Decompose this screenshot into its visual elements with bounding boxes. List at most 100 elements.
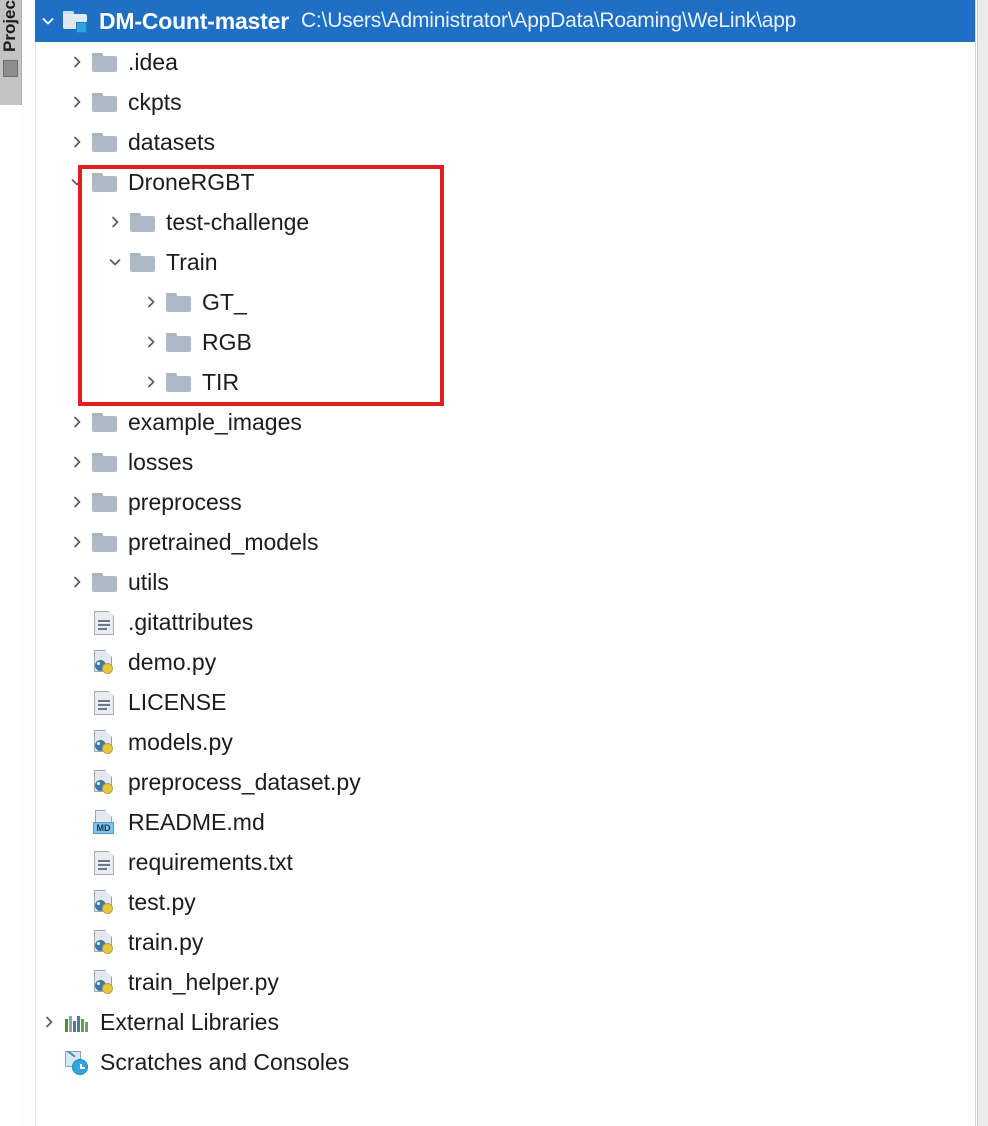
project-tool-window: Project DM-Count-master C:\Users\Adminis… [0, 0, 988, 1126]
tree-row[interactable]: models.py [36, 722, 975, 762]
tree-row[interactable]: RGB [36, 322, 975, 362]
chevron-placeholder [64, 974, 90, 990]
chevron-right-icon[interactable] [138, 334, 164, 350]
tree-row[interactable]: External Libraries [36, 1002, 975, 1042]
tree-row[interactable]: preprocess [36, 482, 975, 522]
tree-row[interactable]: .gitattributes [36, 602, 975, 642]
folder-icon [90, 447, 120, 477]
tree-row[interactable]: test-challenge [36, 202, 975, 242]
tool-window-chip-icon[interactable] [3, 60, 18, 77]
text-file-icon [90, 847, 120, 877]
text-file-icon [90, 607, 120, 637]
chevron-right-icon[interactable] [64, 54, 90, 70]
folder-icon [90, 407, 120, 437]
folder-icon [164, 367, 194, 397]
tree-row[interactable]: example_images [36, 402, 975, 442]
tree-row-label: README.md [128, 808, 265, 835]
tree-row-label: losses [128, 448, 194, 475]
chevron-right-icon[interactable] [64, 534, 90, 550]
python-file-icon [90, 727, 120, 757]
folder-icon [90, 527, 120, 557]
panel-right-edge [977, 0, 988, 1126]
tree-row[interactable]: Scratches and Consoles [36, 1042, 975, 1082]
folder-icon [90, 487, 120, 517]
tool-window-strip[interactable]: Project [0, 0, 22, 105]
tree-row[interactable]: utils [36, 562, 975, 602]
tree-row[interactable]: MD README.md [36, 802, 975, 842]
tree-row[interactable]: TIR [36, 362, 975, 402]
chevron-placeholder [64, 894, 90, 910]
tree-row[interactable]: test.py [36, 882, 975, 922]
chevron-right-icon[interactable] [36, 1014, 62, 1030]
tree-row-label: utils [128, 568, 169, 595]
chevron-right-icon[interactable] [64, 94, 90, 110]
tree-row-label: example_images [128, 408, 302, 435]
tree-row-label: train_helper.py [128, 968, 279, 995]
python-file-icon [90, 767, 120, 797]
tree-row-label: LICENSE [128, 688, 227, 715]
chevron-placeholder [64, 774, 90, 790]
chevron-right-icon[interactable] [64, 414, 90, 430]
chevron-right-icon[interactable] [102, 214, 128, 230]
tree-row[interactable]: train_helper.py [36, 962, 975, 1002]
folder-icon [164, 287, 194, 317]
text-file-icon [90, 687, 120, 717]
tree-row[interactable]: ckpts [36, 82, 975, 122]
markdown-file-icon: MD [90, 807, 120, 837]
tree-row[interactable]: datasets [36, 122, 975, 162]
tree-row-project-root[interactable]: DM-Count-master C:\Users\Administrator\A… [35, 0, 975, 42]
tree-row-label: External Libraries [100, 1008, 279, 1035]
tree-row[interactable]: Train [36, 242, 975, 282]
tree-row-label: RGB [202, 328, 252, 355]
chevron-right-icon[interactable] [64, 574, 90, 590]
tree-row[interactable]: losses [36, 442, 975, 482]
tree-row-label: demo.py [128, 648, 217, 675]
tree-row-label: test-challenge [166, 208, 310, 235]
tree-row-label: train.py [128, 928, 204, 955]
tree-row[interactable]: pretrained_models [36, 522, 975, 562]
tree-row[interactable]: GT_ [36, 282, 975, 322]
chevron-right-icon[interactable] [64, 454, 90, 470]
external-libraries-icon [62, 1007, 92, 1037]
project-root-name: DM-Count-master [99, 7, 289, 34]
chevron-placeholder [64, 814, 90, 830]
tree-row[interactable]: train.py [36, 922, 975, 962]
chevron-down-icon[interactable] [64, 174, 90, 190]
chevron-placeholder [64, 934, 90, 950]
chevron-right-icon[interactable] [138, 374, 164, 390]
python-file-icon [90, 887, 120, 917]
chevron-placeholder [64, 614, 90, 630]
chevron-right-icon[interactable] [138, 294, 164, 310]
folder-icon [90, 87, 120, 117]
chevron-right-icon[interactable] [64, 134, 90, 150]
tree-row[interactable]: LICENSE [36, 682, 975, 722]
chevron-down-icon[interactable] [102, 254, 128, 270]
chevron-placeholder [64, 694, 90, 710]
tree-row[interactable]: requirements.txt [36, 842, 975, 882]
chevron-right-icon[interactable] [64, 494, 90, 510]
tree-row-label: requirements.txt [128, 848, 293, 875]
tree-row[interactable]: DroneRGBT [36, 162, 975, 202]
tree-row[interactable]: preprocess_dataset.py [36, 762, 975, 802]
python-file-icon [90, 967, 120, 997]
tree-row[interactable]: .idea [36, 42, 975, 82]
tree-row-label: preprocess_dataset.py [128, 768, 361, 795]
tree-row-label: .gitattributes [128, 608, 254, 635]
folder-icon [128, 207, 158, 237]
chevron-down-icon[interactable] [35, 13, 61, 29]
tool-window-strip-label[interactable]: Project [0, 0, 20, 52]
tree-row[interactable]: demo.py [36, 642, 975, 682]
tree-row-label: models.py [128, 728, 233, 755]
